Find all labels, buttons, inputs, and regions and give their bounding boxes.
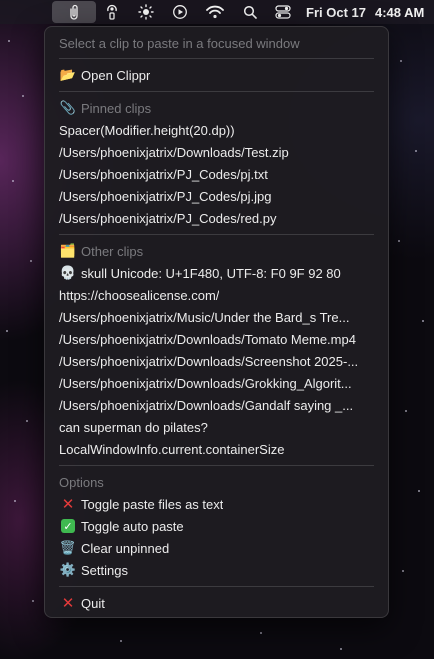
clippr-menubar-button[interactable] <box>52 1 96 23</box>
menu-hint: Select a clip to paste in a focused wind… <box>59 35 300 51</box>
control-center-icon[interactable] <box>271 0 295 24</box>
other-clip-item[interactable]: /Users/phoenixjatrix/Downloads/Grokking_… <box>59 372 376 394</box>
other-clip-item[interactable]: /Users/phoenixjatrix/Downloads/Tomato Me… <box>59 328 376 350</box>
skull-icon: 💀 <box>59 265 77 280</box>
toggle-paste-files-as-text-item[interactable]: ✕ Toggle paste files as text <box>59 493 376 515</box>
separator <box>59 465 374 466</box>
pinned-clip-item[interactable]: /Users/phoenixjatrix/Downloads/Test.zip <box>59 141 376 163</box>
other-clips-header: 🗂️ Other clips <box>59 243 144 259</box>
other-clip-item[interactable]: /Users/phoenixjatrix/Music/Under the Bar… <box>59 306 376 328</box>
pinned-clip-item[interactable]: /Users/phoenixjatrix/PJ_Codes/red.py <box>59 207 376 229</box>
cross-mark-icon: ✕ <box>61 595 75 612</box>
separator <box>59 91 374 92</box>
open-clippr-item[interactable]: 📂 Open Clippr <box>59 64 376 86</box>
other-clip-item[interactable]: can superman do pilates? <box>59 416 376 438</box>
menubar-clock[interactable]: Fri Oct 17 4:48 AM <box>306 0 433 24</box>
search-icon[interactable] <box>238 0 262 24</box>
pinned-clip-item[interactable]: /Users/phoenixjatrix/PJ_Codes/pj.jpg <box>59 185 376 207</box>
other-clip-item[interactable]: https://choosealicense.com/ <box>59 284 376 306</box>
clock-time: 4:48 AM <box>374 4 425 20</box>
airdrop-icon[interactable] <box>100 0 124 24</box>
clip-icon <box>70 4 78 20</box>
separator <box>59 58 374 59</box>
pinned-clip-item[interactable]: /Users/phoenixjatrix/PJ_Codes/pj.txt <box>59 163 376 185</box>
other-clip-item[interactable]: LocalWindowInfo.current.containerSize <box>59 438 376 460</box>
settings-item[interactable]: ⚙️ Settings <box>59 559 376 581</box>
clock-date: Fri Oct 17 <box>306 4 366 20</box>
brightness-icon[interactable] <box>134 0 158 24</box>
play-icon[interactable] <box>168 0 192 24</box>
other-clip-item[interactable]: /Users/phoenixjatrix/Downloads/Gandalf s… <box>59 394 376 416</box>
separator <box>59 234 374 235</box>
menu-bar: Fri Oct 17 4:48 AM <box>0 0 434 24</box>
toggle-auto-paste-item[interactable]: ✓ Toggle auto paste <box>59 515 376 537</box>
cross-mark-icon: ✕ <box>61 496 75 513</box>
quit-item[interactable]: ✕ Quit <box>59 592 376 614</box>
options-header: Options <box>59 474 104 490</box>
checkmark-icon: ✓ <box>61 519 75 533</box>
folder-icon: 🗂️ <box>59 243 77 258</box>
separator <box>59 586 374 587</box>
pinned-clip-item[interactable]: Spacer(Modifier.height(20.dp)) <box>59 119 376 141</box>
folder-icon: 📂 <box>59 67 77 82</box>
trash-icon: 🗑️ <box>59 540 77 555</box>
gear-icon: ⚙️ <box>59 562 77 577</box>
paperclip-icon: 📎 <box>59 100 77 115</box>
clippr-dropdown-menu: Select a clip to paste in a focused wind… <box>44 26 389 618</box>
other-clip-item[interactable]: 💀 skull Unicode: U+1F480, UTF-8: F0 9F 9… <box>59 262 376 284</box>
clear-unpinned-item[interactable]: 🗑️ Clear unpinned <box>59 537 376 559</box>
wifi-icon[interactable] <box>203 0 227 24</box>
other-clip-item[interactable]: /Users/phoenixjatrix/Downloads/Screensho… <box>59 350 376 372</box>
pinned-clips-header: 📎 Pinned clips <box>59 100 152 116</box>
